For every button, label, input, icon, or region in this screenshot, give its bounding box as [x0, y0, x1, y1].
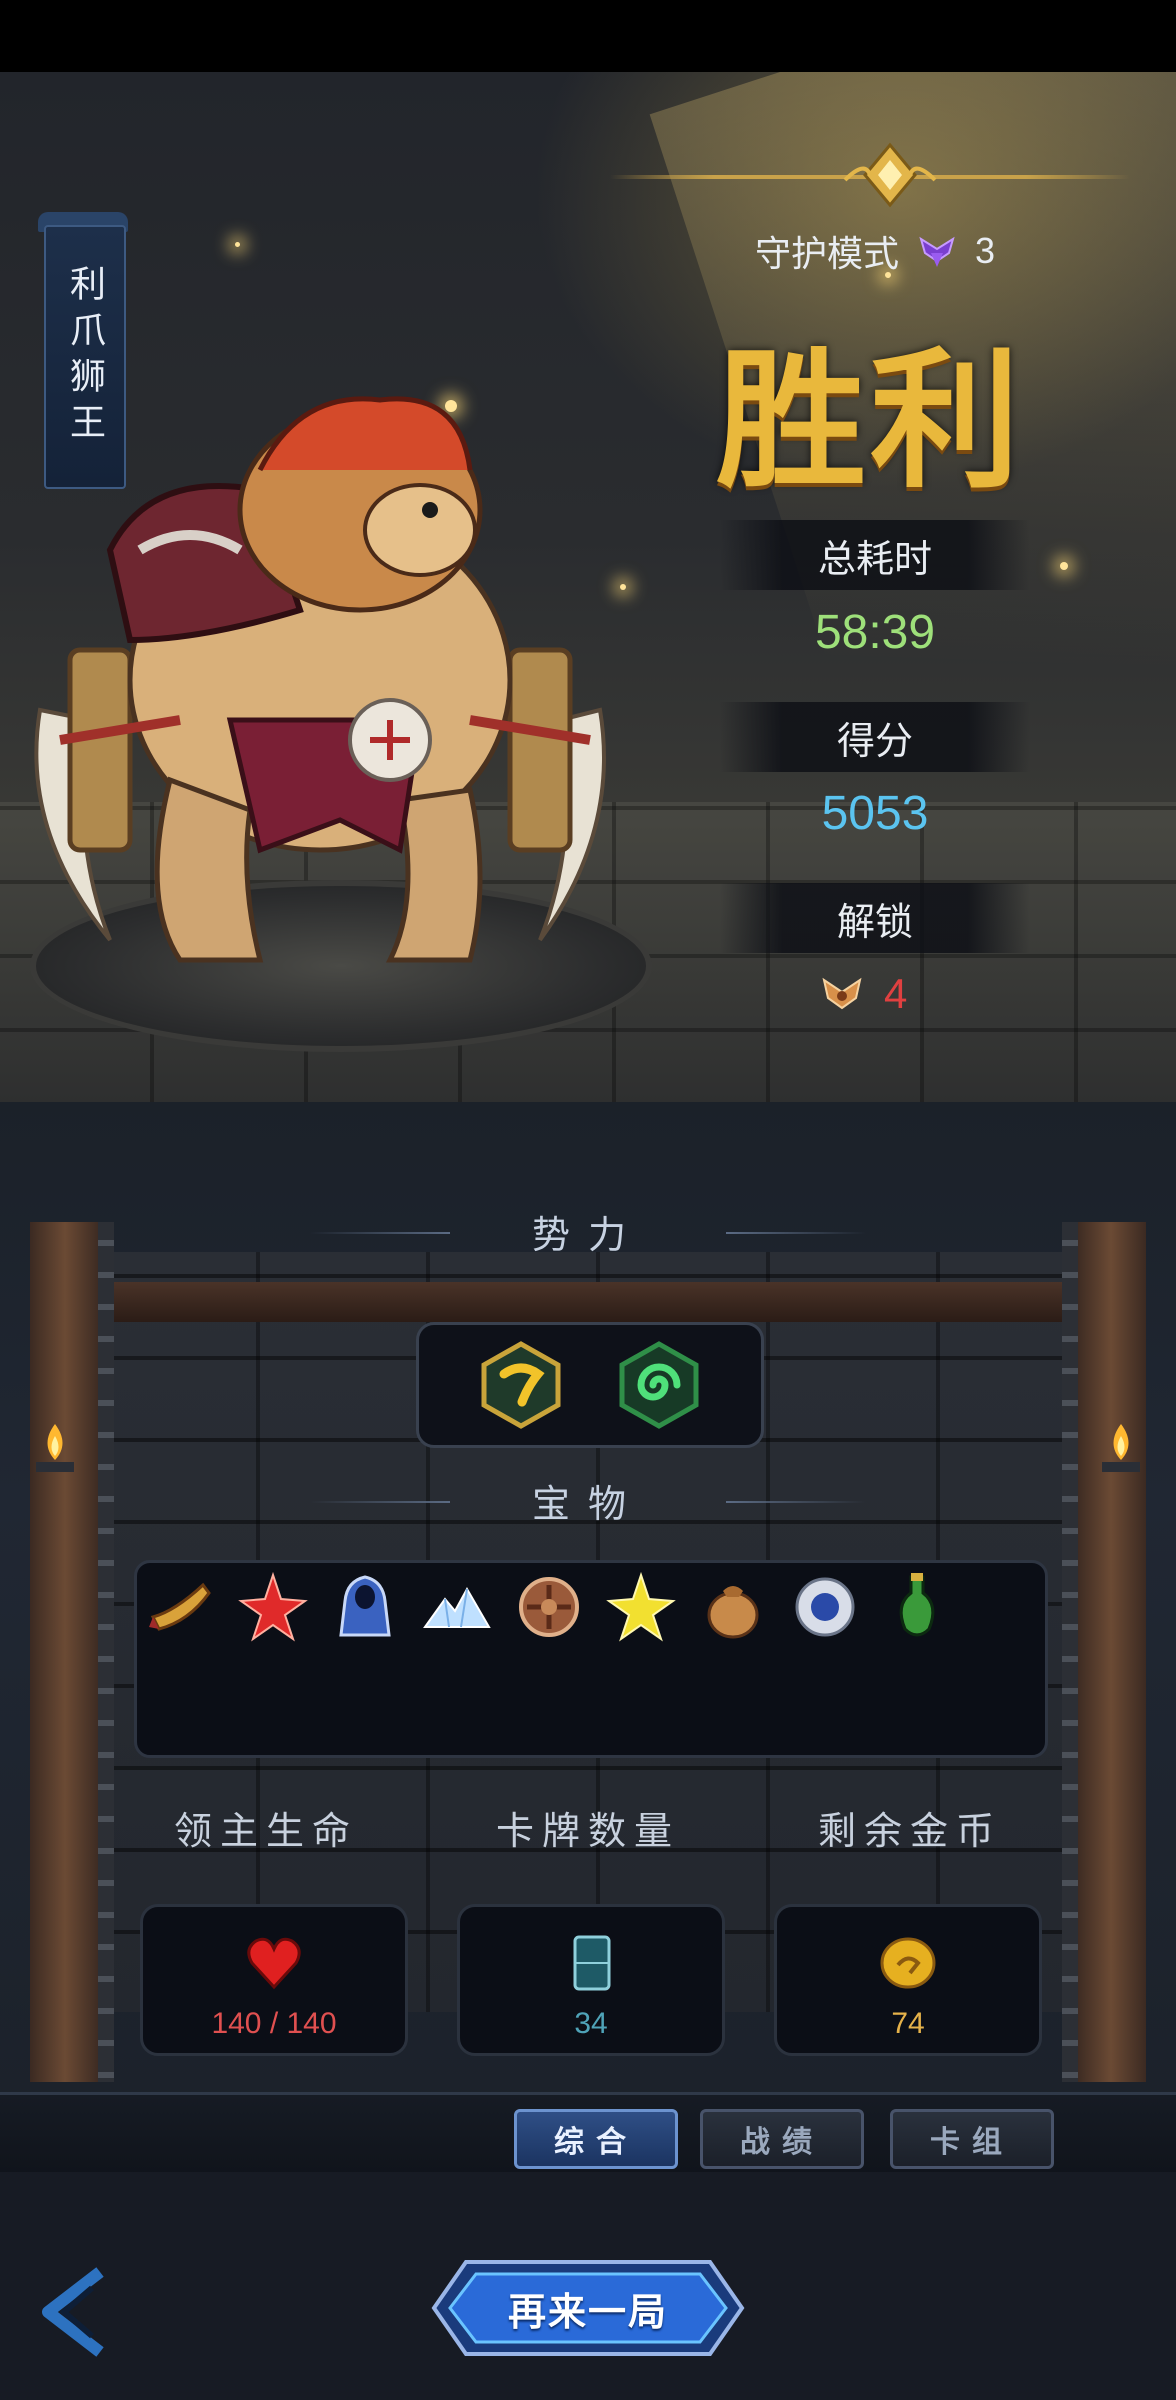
- tab-overview[interactable]: 综合: [514, 2109, 678, 2169]
- unlock-value: 4: [884, 970, 908, 1017]
- tab-deck[interactable]: 卡组: [890, 2109, 1054, 2169]
- mode-line: 守护模式 3: [700, 225, 1050, 277]
- ice-crystal-icon[interactable]: [421, 1571, 493, 1643]
- score-label-bar: 得分: [720, 702, 1030, 772]
- total-time-value: 58:39: [814, 606, 936, 659]
- blue-cloak-icon[interactable]: [329, 1571, 401, 1643]
- total-time-label-bar: 总耗时: [720, 520, 1030, 590]
- lion-king-character: [34, 396, 606, 963]
- green-potion-icon[interactable]: [881, 1571, 953, 1643]
- gold-value: 74: [891, 2007, 925, 2040]
- sparkle: [235, 242, 240, 247]
- card-count-label: 卡牌数量: [495, 1811, 680, 1853]
- right-pillar: [1076, 1222, 1146, 2082]
- left-chain: [98, 1222, 114, 2082]
- bronze-shield-icon[interactable]: [513, 1571, 585, 1643]
- victory-title: 胜利: [715, 337, 1024, 505]
- unlock-label-bar: 解锁: [720, 883, 1030, 953]
- sack-icon[interactable]: [697, 1571, 769, 1643]
- lord-hp-value: 140 / 140: [211, 2007, 337, 2040]
- left-pillar: [30, 1222, 100, 2082]
- sparkle: [1060, 562, 1068, 570]
- card-deck-icon: [573, 1935, 611, 1991]
- gold-coin-icon: [880, 1937, 936, 1989]
- status-bar: [0, 0, 1176, 72]
- tab-bar: 综合 战绩 卡组: [0, 2092, 1176, 2178]
- lord-hp-box: 140 / 140: [140, 1904, 408, 2056]
- score-value: 5053: [821, 787, 929, 840]
- card-count-value: 34: [574, 2007, 608, 2040]
- play-again-button[interactable]: 再来一局: [430, 2258, 746, 2358]
- torch-icon: [36, 1424, 74, 1472]
- gold-star-icon[interactable]: [605, 1571, 677, 1643]
- round-shield-icon[interactable]: [789, 1571, 861, 1643]
- unlock-row: 4: [820, 970, 907, 1018]
- faction-list: [416, 1322, 764, 1448]
- mode-level: 3: [974, 230, 996, 271]
- faction-section-title: 势力: [290, 1204, 886, 1259]
- unlock-label: 解锁: [836, 901, 913, 944]
- score-label: 得分: [836, 720, 913, 763]
- lord-hp-label: 领主生命: [173, 1811, 358, 1853]
- treasure-section-title: 宝物: [290, 1473, 886, 1528]
- play-again-label: 再来一局: [507, 2291, 668, 2334]
- green-swirl-faction-icon[interactable]: [614, 1340, 704, 1430]
- treasure-list: [134, 1560, 1048, 1758]
- horn-icon[interactable]: [145, 1571, 217, 1643]
- back-arrow-button[interactable]: [30, 2262, 120, 2362]
- heart-icon: [247, 1937, 301, 1990]
- gold-box: 74: [774, 1904, 1042, 2056]
- tab-record[interactable]: 战绩: [700, 2109, 864, 2169]
- gold-ornament-icon: [843, 142, 937, 208]
- red-star-gem-icon[interactable]: [237, 1571, 309, 1643]
- torch-icon: [1102, 1424, 1140, 1472]
- yellow-hook-faction-icon[interactable]: [476, 1340, 566, 1430]
- total-time-label: 总耗时: [817, 538, 932, 581]
- unlock-emblem-icon: [822, 977, 862, 1010]
- wooden-beam: [90, 1282, 1086, 1322]
- card-count-box: 34: [457, 1904, 725, 2056]
- mode-label: 守护模式: [754, 233, 899, 274]
- gold-label: 剩余金币: [817, 1811, 1002, 1853]
- purple-difficulty-icon: [919, 236, 955, 267]
- right-chain: [1062, 1222, 1078, 2082]
